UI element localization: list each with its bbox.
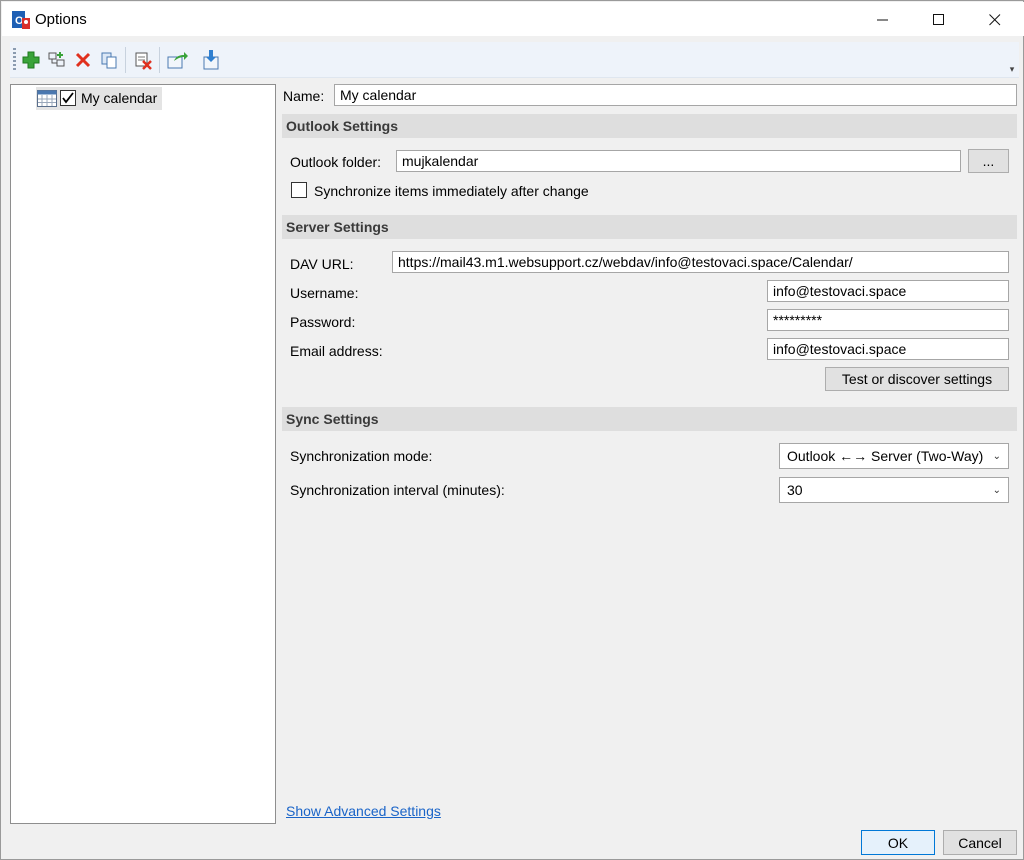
sync-interval-select[interactable]: 30 ⌄ — [779, 477, 1009, 503]
app-icon: O — [11, 10, 31, 30]
export-icon — [167, 52, 188, 69]
title-bar[interactable]: O Options — [2, 2, 1024, 36]
sync-immediately-label: Synchronize items immediately after chan… — [314, 183, 589, 199]
server-settings-header: Server Settings — [282, 215, 1017, 239]
clear-cache-icon — [135, 52, 152, 70]
toolbar-separator — [159, 47, 160, 73]
checkmark-icon — [62, 92, 74, 104]
outlook-settings-header: Outlook Settings — [282, 114, 1017, 138]
sync-interval-value: 30 — [787, 482, 803, 498]
dav-url-input[interactable] — [392, 251, 1009, 273]
options-window: O Options ▾ My calendar Name: My calenda… — [0, 0, 1024, 860]
section-title: Outlook Settings — [286, 118, 398, 134]
tree-item-checkbox[interactable] — [60, 90, 76, 106]
sync-interval-label: Synchronization interval (minutes): — [290, 482, 505, 498]
username-label: Username: — [290, 285, 359, 301]
tree-item-my-calendar[interactable]: My calendar — [36, 87, 162, 110]
show-advanced-settings-link[interactable]: Show Advanced Settings — [286, 803, 441, 819]
toolbar-overflow-button[interactable]: ▾ — [1006, 64, 1018, 74]
window-title: Options — [35, 11, 87, 28]
toolbar: ▾ — [10, 42, 1019, 78]
browse-folder-button[interactable]: ... — [968, 149, 1009, 173]
cancel-button[interactable]: Cancel — [943, 830, 1017, 855]
close-icon — [989, 14, 1001, 26]
section-title: Server Settings — [286, 219, 389, 235]
add-icon — [22, 51, 40, 69]
password-input[interactable] — [767, 309, 1009, 331]
sync-mode-label: Synchronization mode: — [290, 448, 433, 464]
tree-item-label: My calendar — [81, 90, 158, 106]
username-input[interactable] — [767, 280, 1009, 302]
copy-icon — [101, 52, 117, 69]
copy-profile-button[interactable] — [97, 48, 121, 72]
sync-settings-header: Sync Settings — [282, 407, 1017, 431]
chevron-down-icon: ⌄ — [992, 450, 1001, 462]
outlook-folder-label: Outlook folder: — [290, 154, 382, 170]
name-label: Name: — [283, 88, 325, 104]
sync-immediately-checkbox[interactable] — [291, 182, 307, 198]
toolbar-grip[interactable] — [13, 48, 16, 72]
ok-button[interactable]: OK — [861, 830, 935, 855]
export-button[interactable] — [165, 48, 189, 72]
email-address-label: Email address: — [290, 343, 383, 359]
add-profile-button[interactable] — [19, 48, 43, 72]
toolbar-separator — [125, 47, 126, 73]
import-icon — [203, 50, 219, 70]
test-settings-button[interactable]: Test or discover settings — [825, 367, 1009, 391]
minimize-icon — [877, 19, 888, 21]
close-button[interactable] — [972, 3, 1018, 37]
import-button[interactable] — [199, 48, 223, 72]
calendar-icon — [37, 90, 57, 107]
section-title: Sync Settings — [286, 411, 379, 427]
sync-mode-value: Outlook ←→ Server (Two-Way) — [787, 448, 984, 464]
copy-structure-icon — [48, 52, 65, 67]
password-label: Password: — [290, 314, 356, 330]
clear-cache-button[interactable] — [131, 48, 155, 72]
profile-tree[interactable]: My calendar — [10, 84, 276, 824]
outlook-folder-input[interactable] — [396, 150, 961, 172]
sync-mode-select[interactable]: Outlook ←→ Server (Two-Way) ⌄ — [779, 443, 1009, 469]
chevron-down-icon: ⌄ — [992, 484, 1001, 496]
maximize-icon — [933, 14, 944, 25]
email-address-input[interactable] — [767, 338, 1009, 360]
delete-icon — [75, 52, 91, 68]
dav-url-label: DAV URL: — [290, 256, 354, 272]
delete-profile-button[interactable] — [71, 48, 95, 72]
name-input[interactable] — [334, 84, 1017, 106]
add-multiple-button[interactable] — [45, 48, 69, 72]
minimize-button[interactable] — [860, 3, 906, 37]
maximize-button[interactable] — [916, 3, 962, 37]
